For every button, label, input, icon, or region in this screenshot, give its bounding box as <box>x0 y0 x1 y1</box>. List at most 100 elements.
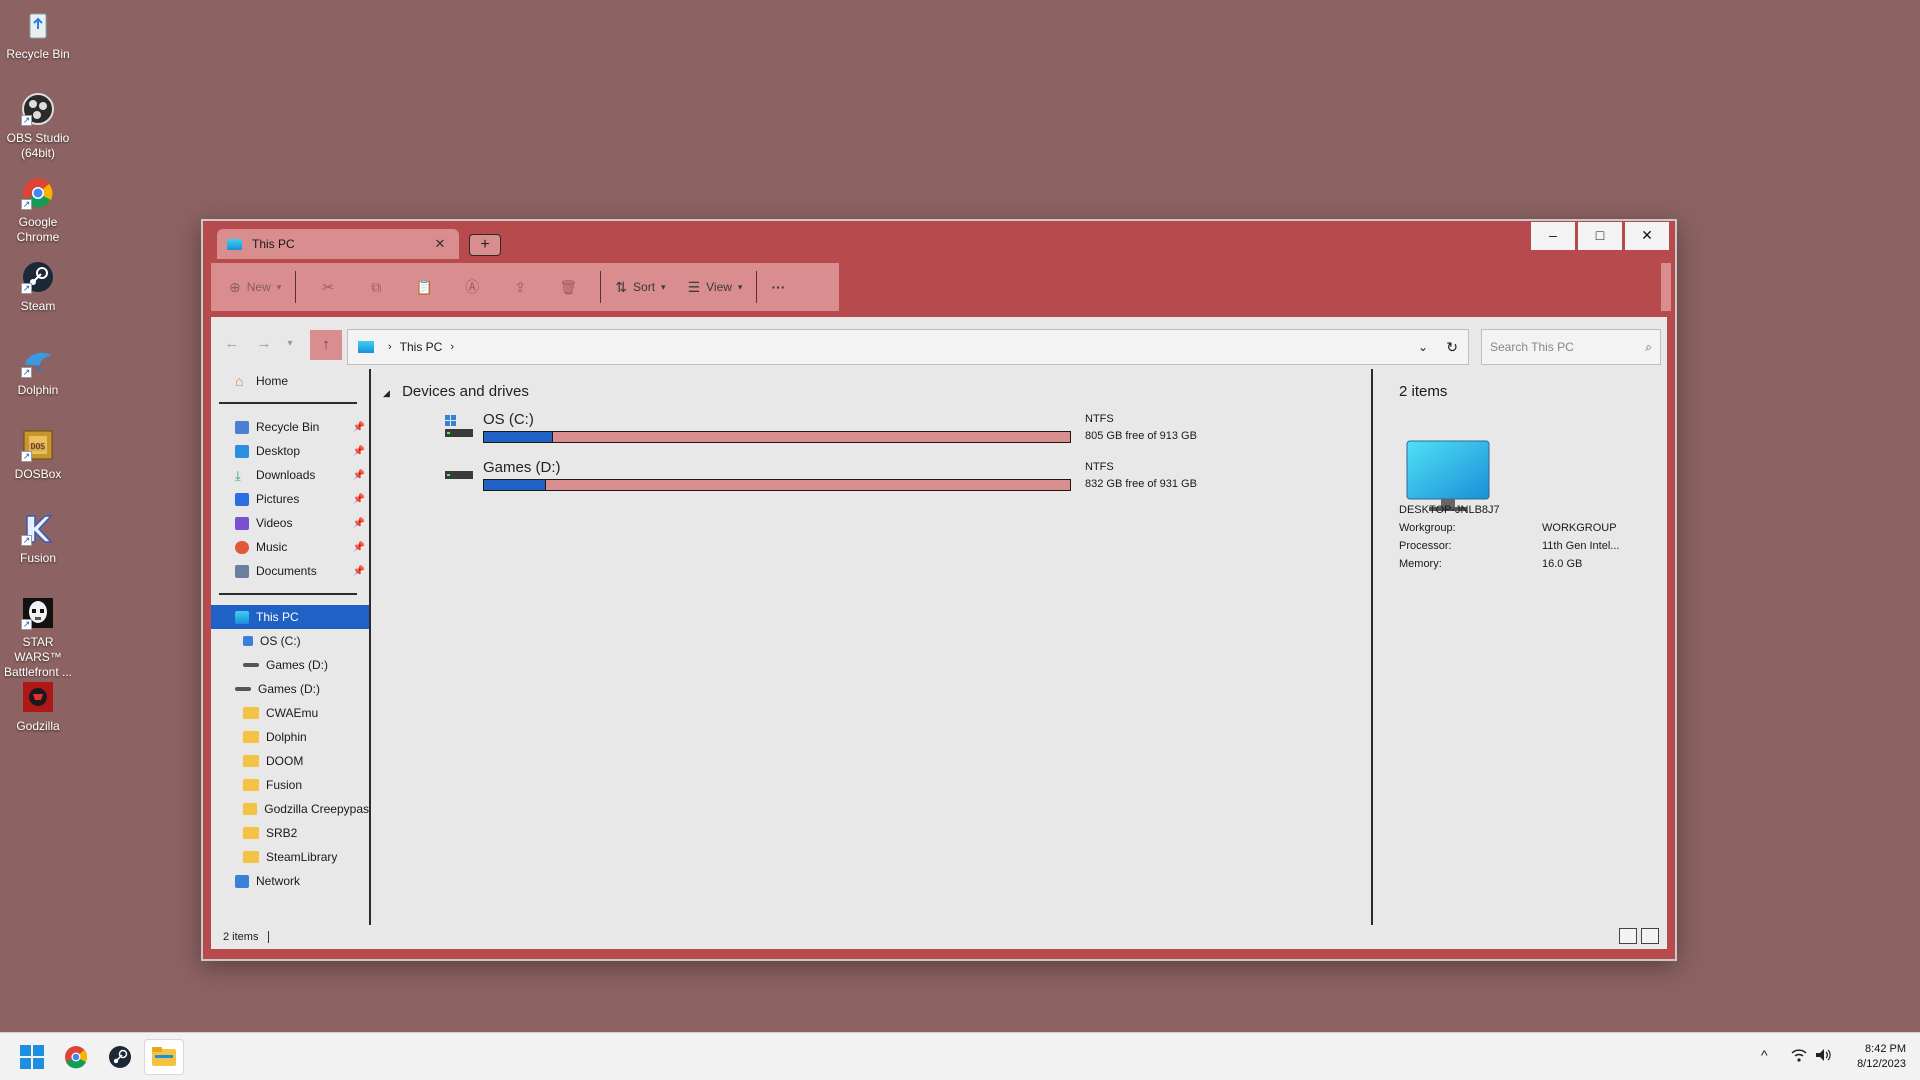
nav-item-folder[interactable]: SteamLibrary <box>211 845 369 869</box>
desktop-icon-fusion[interactable]: ↗ Fusion <box>0 512 76 566</box>
nav-item-folder[interactable]: DOOM <box>211 749 369 773</box>
desktop-icon-label: DOSBox <box>14 467 62 481</box>
maximize-button[interactable]: □ <box>1578 222 1622 250</box>
desktop-icon-label: Recycle Bin <box>6 47 70 61</box>
nav-item-pictures[interactable]: Pictures 📌 <box>211 487 369 511</box>
group-header-devices[interactable]: ◢ Devices and drives <box>383 383 529 400</box>
nav-item-label: Documents <box>256 564 317 578</box>
nav-item-label: Desktop <box>256 444 301 458</box>
up-arrow-icon[interactable]: ↑ <box>310 330 342 360</box>
nav-item-folder[interactable]: Dolphin <box>211 725 369 749</box>
pin-icon[interactable]: 📌 <box>353 470 365 481</box>
nav-item-os-c[interactable]: OS (C:) <box>211 629 369 653</box>
paste-icon[interactable]: 📋 <box>409 272 439 302</box>
nav-item-documents[interactable]: Documents 📌 <box>211 559 369 583</box>
desktop-icon-steam[interactable]: ↗ Steam <box>0 260 76 314</box>
share-icon[interactable]: ⇪ <box>505 272 535 302</box>
nav-item-label: DOOM <box>266 754 304 768</box>
back-arrow-icon[interactable]: ← <box>219 331 245 357</box>
recent-locations-chevron-icon[interactable]: ▾ <box>277 331 303 357</box>
volume-icon[interactable] <box>1814 1047 1832 1066</box>
pin-icon[interactable]: 📌 <box>353 518 365 529</box>
nav-item-home[interactable]: ⌂ Home <box>211 369 369 393</box>
refresh-icon[interactable]: ↻ <box>1446 339 1458 356</box>
chevron-right-icon[interactable]: › <box>450 341 454 353</box>
nav-item-downloads[interactable]: ⤓ Downloads 📌 <box>211 463 369 487</box>
home-icon: ⌂ <box>235 372 244 389</box>
nav-item-desktop[interactable]: Desktop 📌 <box>211 439 369 463</box>
rename-icon[interactable]: Ⓐ <box>457 272 487 302</box>
drive-tile-os-c[interactable]: OS (C:) NTFS 805 GB free of 913 GB <box>445 411 1265 455</box>
pictures-icon <box>235 492 249 506</box>
taskbar: ^ 8:42 PM 8/12/2023 <box>0 1032 1920 1080</box>
search-box[interactable]: Search This PC ⌕ <box>1481 329 1661 365</box>
desktop-icon-star-wars-battlefront[interactable]: ↗ STAR WARS™ Battlefront ... <box>0 596 76 680</box>
address-bar[interactable]: › This PC › ⌄ ↻ <box>347 329 1469 365</box>
nav-item-network[interactable]: Network <box>211 869 369 893</box>
detail-key: Memory: <box>1399 558 1442 570</box>
tab-close-icon[interactable]: ✕ <box>431 236 449 252</box>
nav-item-recycle-bin[interactable]: Recycle Bin 📌 <box>211 415 369 439</box>
pin-icon[interactable]: 📌 <box>353 566 365 577</box>
nav-item-folder[interactable]: Fusion <box>211 773 369 797</box>
copy-icon[interactable]: ⧉ <box>361 272 391 302</box>
pin-icon[interactable]: 📌 <box>353 446 365 457</box>
desktop-icon-dolphin[interactable]: ↗ Dolphin <box>0 344 76 398</box>
taskbar-steam[interactable] <box>100 1039 140 1075</box>
nav-item-music[interactable]: Music 📌 <box>211 535 369 559</box>
nav-item-videos[interactable]: Videos 📌 <box>211 511 369 535</box>
windows-logo-icon <box>20 1045 44 1069</box>
toolbar-scrollbar[interactable] <box>1661 263 1671 311</box>
cut-icon[interactable]: ✂ <box>313 272 343 302</box>
close-button[interactable]: ✕ <box>1625 222 1669 250</box>
tiles-view-icon[interactable] <box>1641 928 1659 944</box>
desktop-icon-chrome[interactable]: ↗ Google Chrome <box>0 176 76 245</box>
address-history-chevron-icon[interactable]: ⌄ <box>1418 340 1428 354</box>
nav-item-label: Pictures <box>256 492 300 506</box>
nav-item-folder[interactable]: Godzilla Creepypas <box>211 797 369 821</box>
new-tab-button[interactable]: + <box>469 234 501 256</box>
drive-icon <box>445 463 473 489</box>
pin-icon[interactable]: 📌 <box>353 542 365 553</box>
pin-icon[interactable]: 📌 <box>353 494 365 505</box>
desktop-icon-obs[interactable]: ↗ OBS Studio (64bit) <box>0 92 76 161</box>
status-item-count: 2 items <box>223 931 259 943</box>
folder-icon <box>152 1047 176 1066</box>
explorer-content: ← → ▾ ↑ › This PC › ⌄ ↻ Search This PC ⌕… <box>211 317 1667 949</box>
forward-arrow-icon[interactable]: → <box>251 331 277 357</box>
nav-item-games-d-child[interactable]: Games (D:) <box>211 653 369 677</box>
details-view-icon[interactable] <box>1619 928 1637 944</box>
clock-date: 8/12/2023 <box>1857 1058 1906 1070</box>
desktop-icon-recycle-bin[interactable]: Recycle Bin <box>0 8 76 62</box>
steam-icon <box>109 1046 131 1068</box>
drive-tile-games-d[interactable]: Games (D:) NTFS 832 GB free of 931 GB <box>445 459 1265 503</box>
taskbar-file-explorer[interactable] <box>144 1039 184 1075</box>
desktop-icon-godzilla[interactable]: Godzilla <box>0 680 76 734</box>
dolphin-icon: ↗ <box>21 344 55 378</box>
taskbar-chrome[interactable] <box>56 1039 96 1075</box>
system-clock[interactable]: 8:42 PM 8/12/2023 <box>1857 1042 1906 1072</box>
folder-icon <box>243 707 259 719</box>
nav-item-folder[interactable]: SRB2 <box>211 821 369 845</box>
drive-icon <box>235 687 251 691</box>
pin-icon[interactable]: 📌 <box>353 422 365 433</box>
sort-button[interactable]: ⇅ Sort ▾ <box>609 271 671 303</box>
new-button[interactable]: ⊕ New ▾ <box>223 271 287 303</box>
desktop-icon-dosbox[interactable]: DOS ↗ DOSBox <box>0 428 76 482</box>
nav-item-this-pc[interactable]: This PC <box>211 605 369 629</box>
chevron-right-icon: › <box>388 341 392 353</box>
breadcrumb-this-pc[interactable]: This PC <box>400 340 443 354</box>
start-button[interactable] <box>12 1039 52 1075</box>
tab-this-pc[interactable]: This PC ✕ <box>217 229 459 259</box>
nav-item-folder[interactable]: CWAEmu <box>211 701 369 725</box>
see-more-button[interactable]: ··· <box>765 271 791 303</box>
view-button[interactable]: ☰ View ▾ <box>682 271 749 303</box>
folder-icon <box>243 731 259 743</box>
wifi-icon[interactable] <box>1790 1047 1808 1066</box>
nav-item-games-d[interactable]: Games (D:) <box>211 677 369 701</box>
delete-icon[interactable]: 🗑 <box>553 272 583 302</box>
minimize-button[interactable]: – <box>1531 222 1575 250</box>
show-hidden-icons-chevron[interactable]: ^ <box>1761 1047 1768 1063</box>
nav-item-label: SRB2 <box>266 826 298 840</box>
collapse-triangle-icon[interactable]: ◢ <box>383 388 390 398</box>
